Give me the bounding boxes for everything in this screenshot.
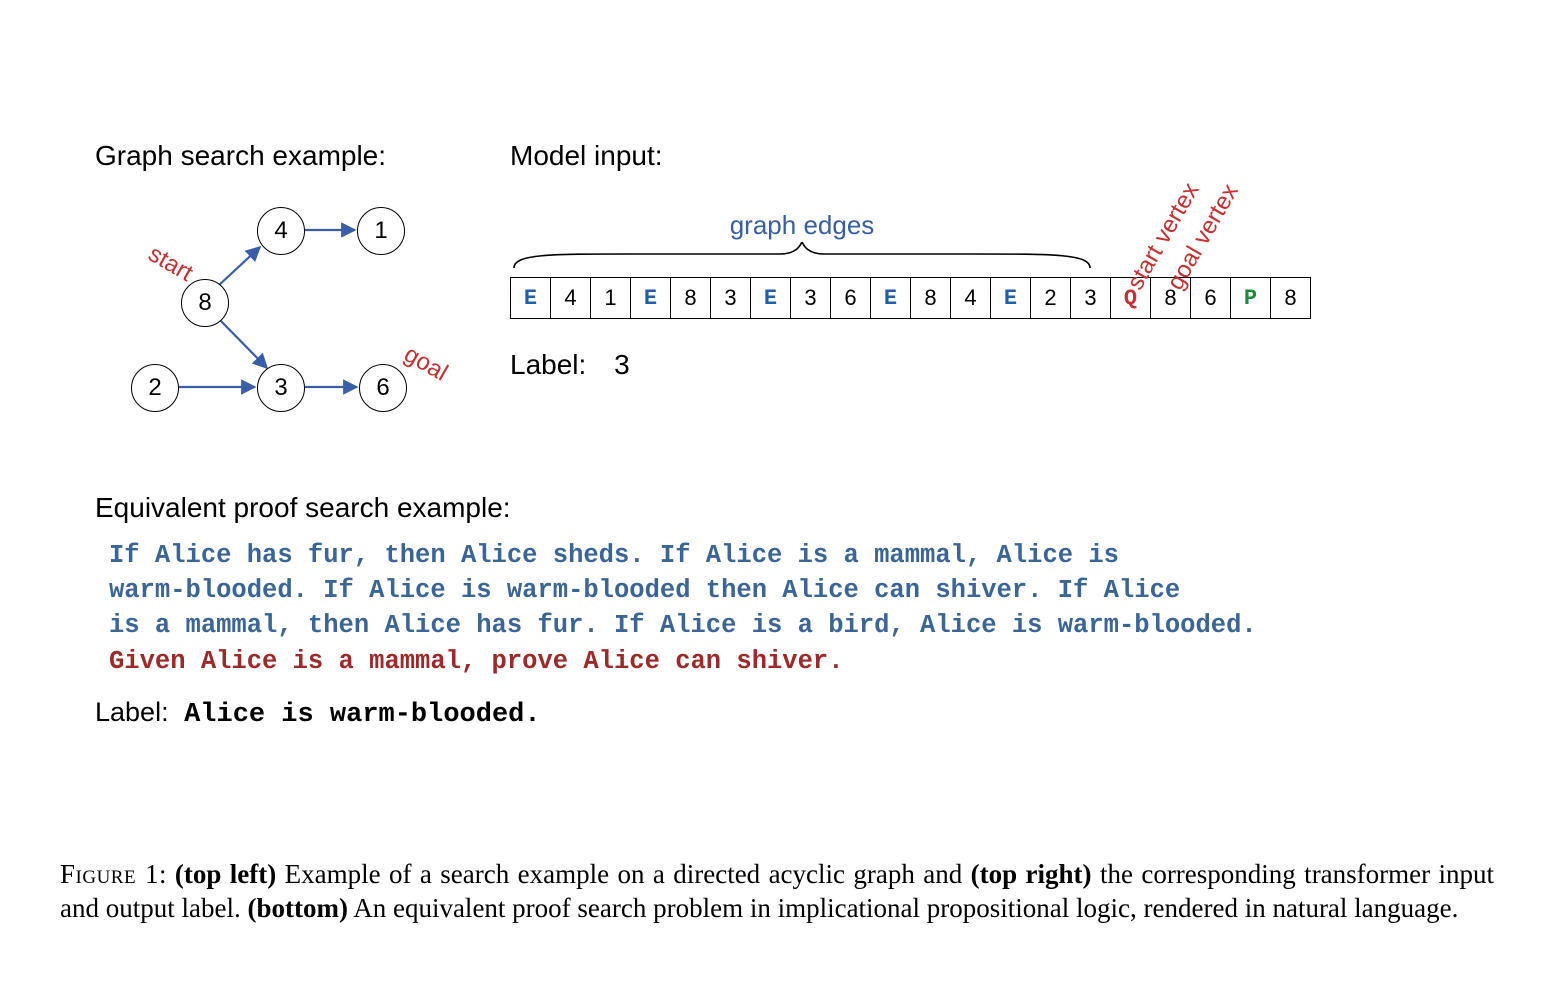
token-14-3: 3 [1071, 277, 1111, 319]
proof-line-2: warm-blooded. If Alice is warm-blooded t… [109, 573, 1459, 608]
brace-icon [510, 242, 1094, 270]
graph-node-3: 3 [257, 364, 305, 412]
graph-column: Graph search example: [95, 140, 495, 442]
token-12-E: E [991, 277, 1031, 319]
token-strip: E41E83E36E84E23Q86P8 [510, 277, 1459, 319]
token-7-3: 3 [791, 277, 831, 319]
token-8-6: 6 [831, 277, 871, 319]
proof-title: Equivalent proof search example: [95, 492, 1459, 524]
token-9-E: E [871, 277, 911, 319]
proof-section: Equivalent proof search example: If Alic… [95, 492, 1459, 730]
token-17-6: 6 [1191, 277, 1231, 319]
graph-node-4: 4 [257, 207, 305, 255]
token-18-P: P [1231, 277, 1271, 319]
proof-answer: Alice is warm-blooded. [184, 700, 540, 730]
token-0-E: E [510, 277, 551, 319]
token-10-8: 8 [911, 277, 951, 319]
token-11-4: 4 [951, 277, 991, 319]
figure-page: Graph search example: [0, 0, 1554, 986]
graph-node-2: 2 [131, 364, 179, 412]
graph-area: 4 1 8 2 3 6 start goal [95, 182, 475, 442]
figure-number: Figure 1 [60, 859, 159, 889]
token-19-8: 8 [1271, 277, 1311, 319]
token-2-1: 1 [591, 277, 631, 319]
token-5-3: 3 [711, 277, 751, 319]
caption-t3: An equivalent proof search problem in im… [353, 893, 1458, 923]
top-row: Graph search example: [95, 140, 1459, 442]
token-4-8: 8 [671, 277, 711, 319]
label-word: Label: [510, 349, 586, 380]
caption-t1: Example of a search example on a directe… [285, 859, 971, 889]
proof-label-word: Label: [95, 697, 169, 727]
caption-b1: (top left) [175, 859, 276, 889]
proof-line-3: is a mammal, then Alice has fur. If Alic… [109, 608, 1459, 643]
proof-label-row: Label: Alice is warm-blooded. [95, 697, 1459, 730]
model-input-title: Model input: [510, 140, 1459, 172]
caption-b3: (bottom) [247, 893, 347, 923]
top-label-value: 3 [614, 349, 630, 380]
figure-caption: Figure 1: (top left) Example of a search… [60, 857, 1494, 926]
caption-b2: (top right) [971, 859, 1092, 889]
token-6-E: E [751, 277, 791, 319]
proof-line-1: If Alice has fur, then Alice sheds. If A… [109, 538, 1459, 573]
proof-text: If Alice has fur, then Alice sheds. If A… [95, 538, 1459, 679]
graph-title: Graph search example: [95, 140, 495, 172]
brace-label: graph edges [510, 210, 1094, 241]
graph-node-1: 1 [357, 207, 405, 255]
token-strip-wrap: graph edges start vertex goal vertex E41… [510, 182, 1459, 319]
token-3-E: E [631, 277, 671, 319]
graph-node-8: 8 [181, 279, 229, 327]
model-input-column: Model input: graph edges start vertex go… [495, 140, 1459, 381]
graph-node-6: 6 [359, 364, 407, 412]
top-label-row: Label: 3 [510, 349, 1459, 381]
token-13-2: 2 [1031, 277, 1071, 319]
token-1-4: 4 [551, 277, 591, 319]
proof-line-4: Given Alice is a mammal, prove Alice can… [109, 644, 1459, 679]
